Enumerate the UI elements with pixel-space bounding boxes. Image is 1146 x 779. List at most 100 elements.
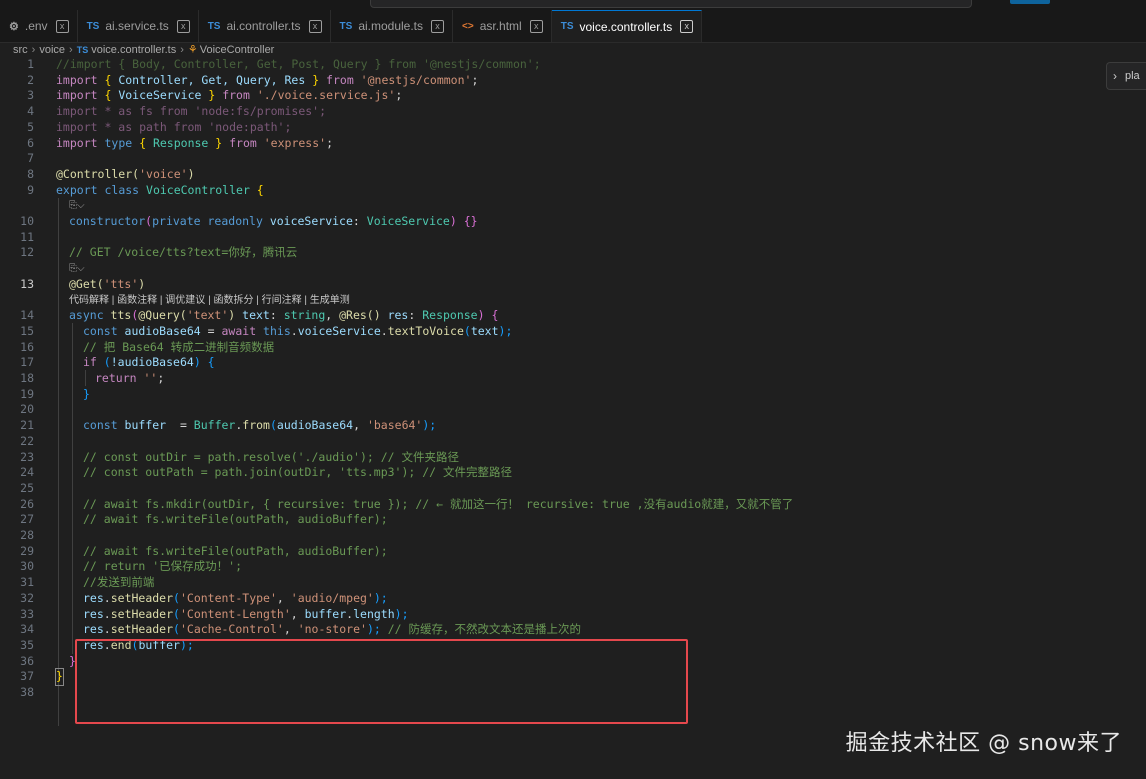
keyword: from [229, 135, 257, 150]
code-line-4: import * as fs from 'node:fs/promises'; [0, 104, 1146, 120]
tab-label: ai.module.ts [358, 19, 424, 33]
paren: ( [173, 622, 180, 637]
paren: ( [96, 355, 111, 370]
paren: ); [498, 323, 513, 338]
close-icon[interactable]: x [308, 19, 322, 33]
line-number-text: 7 [27, 151, 34, 166]
brace: {} [463, 214, 478, 228]
code-line-1: //import { Body, Controller, Get, Post, … [0, 57, 1146, 73]
breadcrumb-symbol-label: VoiceController [199, 44, 275, 56]
breadcrumb-file[interactable]: TS voice.controller.ts [77, 44, 177, 56]
tab-asr-html[interactable]: <> asr.html x [453, 10, 552, 42]
code-line-24: // const outPath = path.join(outDir, 'tt… [0, 465, 1146, 481]
keyword: constructor [69, 214, 146, 228]
keyword: async [69, 308, 104, 323]
code-line-17: if (!audioBase64) { [0, 355, 1146, 371]
code-line-10: constructor(private readonly voiceServic… [0, 214, 1146, 230]
punct: : [269, 308, 284, 323]
tab-voice-controller[interactable]: TS voice.controller.ts x [551, 10, 703, 42]
punct: . [290, 323, 298, 338]
keyword: if [83, 355, 97, 370]
property: voiceService [297, 323, 381, 338]
code-line-34: res.setHeader('Cache-Control', 'no-store… [0, 622, 1146, 638]
punct: ; [157, 371, 165, 385]
typescript-icon: TS [560, 21, 574, 32]
editor-tabs: ⚙ .env x TS ai.service.ts x TS ai.contro… [0, 10, 1146, 43]
string: 'voice' [139, 166, 188, 181]
typescript-icon: TS [76, 44, 89, 55]
close-icon[interactable]: x [529, 19, 543, 33]
code-line-23: // const outDir = path.resolve('./audio'… [0, 450, 1146, 466]
brace: } [55, 668, 64, 686]
type: Response [422, 308, 478, 323]
decorator: ) [187, 166, 195, 181]
paren: ( [269, 418, 277, 433]
punct: . [103, 606, 111, 621]
breadcrumb-voice[interactable]: voice [39, 44, 65, 56]
variable: audioBase64 [276, 418, 354, 433]
typescript-icon: TS [207, 20, 221, 32]
type: string [283, 308, 326, 323]
paren: ( [463, 323, 471, 338]
close-icon[interactable]: x [55, 19, 69, 33]
code-line-6: import type { Response } from 'express'; [0, 136, 1146, 152]
type: VoiceService [366, 214, 450, 228]
punct: ; [471, 72, 479, 87]
class-name: VoiceController [139, 182, 250, 197]
close-icon[interactable]: x [176, 19, 190, 33]
function-name: from [242, 418, 270, 433]
string: '@nestjs/common' [353, 72, 472, 87]
string: 'Cache-Control' [179, 622, 284, 637]
close-icon[interactable]: x [431, 19, 445, 33]
keyword: from [222, 88, 250, 103]
tab-label: asr.html [479, 19, 522, 33]
paren: ); [366, 622, 388, 637]
code-lens-line: ⎘⌵ [0, 261, 1146, 277]
tab-env[interactable]: ⚙ .env x [0, 10, 78, 42]
line-number: 20 [0, 402, 1146, 418]
typescript-icon: TS [339, 20, 353, 32]
paren: ) [449, 214, 464, 228]
variable: buffer [117, 418, 167, 433]
code-editor[interactable]: 1 2 3 4 5 6 7 8 9 10 11 12 13 14 15 16 17 18 19 20 21 22 23 24 2… [0, 57, 1146, 779]
code-lens-actions: 代码解释 | 函数注释 | 调优建议 | 函数拆分 | 行间注释 | 生成单测 [0, 293, 1146, 309]
punct: . [103, 590, 111, 605]
function-name: setHeader [110, 606, 174, 621]
code-lens-actions-text[interactable]: 代码解释 | 函数注释 | 调优建议 | 函数拆分 | 行间注释 | 生成单测 [69, 293, 350, 309]
tab-ai-controller[interactable]: TS ai.controller.ts x [199, 10, 331, 42]
copilot-icon[interactable]: ⎘⌵ [69, 261, 85, 277]
keyword: import [56, 72, 98, 87]
breadcrumb-symbol[interactable]: ⚘ VoiceController [188, 43, 274, 56]
variable: res [83, 606, 104, 621]
decorator: @Query( [138, 308, 187, 323]
decorator: @Res() [339, 308, 381, 323]
comment: // await fs.writeFile(outPath, audioBuff… [83, 512, 388, 527]
punct: = [200, 323, 222, 338]
keyword: this [256, 323, 291, 338]
tab-ai-service[interactable]: TS ai.service.ts x [78, 10, 199, 42]
punct: : [408, 308, 423, 323]
line-number: 11 [0, 230, 1146, 246]
keyword: export [56, 182, 98, 197]
breadcrumb-src[interactable]: src [13, 44, 28, 56]
variable: text [470, 323, 499, 338]
paren: ); [394, 606, 409, 621]
keyword: readonly [200, 214, 263, 228]
copilot-icon[interactable]: ⎘⌵ [69, 198, 85, 214]
account-button[interactable] [1010, 0, 1050, 4]
decorator: @Get( [69, 276, 104, 291]
string: 'no-store' [297, 622, 367, 637]
command-center[interactable] [370, 0, 972, 8]
string: 'express' [256, 135, 327, 150]
tab-ai-module[interactable]: TS ai.module.ts x [331, 10, 454, 42]
close-icon[interactable]: x [680, 20, 694, 33]
comment: // await fs.writeFile(outPath, audioBuff… [83, 543, 388, 558]
punct: : [352, 214, 367, 228]
code-line-21: const buffer = Buffer.from(audioBase64, … [0, 418, 1146, 434]
tab-label: .env [24, 19, 48, 33]
tab-label: ai.service.ts [105, 19, 169, 33]
unused-import: import * as path from 'node:path'; [56, 119, 292, 134]
identifiers: VoiceService [118, 88, 202, 103]
brace: { [97, 72, 119, 87]
paren: ); [373, 590, 388, 605]
